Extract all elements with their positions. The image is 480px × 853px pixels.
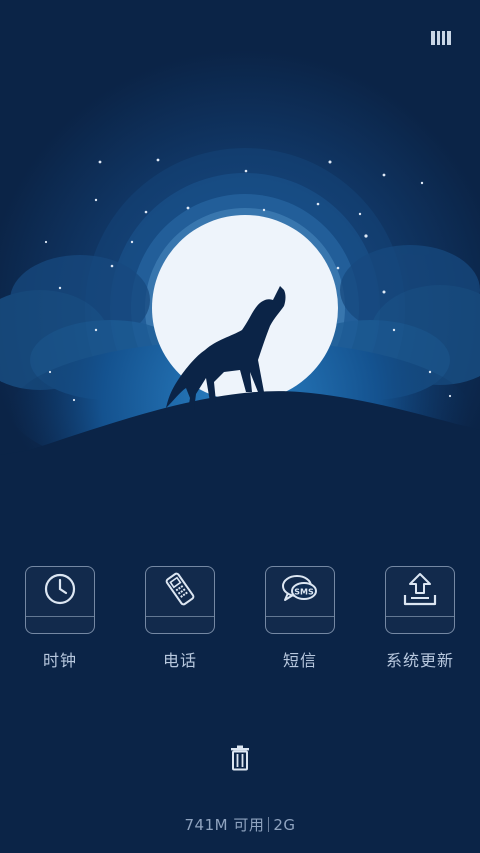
sms-icon: SMS [266,571,334,613]
app-tile-clock[interactable] [25,566,95,634]
app-phone[interactable]: 电话 [140,566,220,671]
app-label-sms: 短信 [282,651,317,670]
wallpaper-illustration [0,0,480,520]
memory-available-text: 741M 可用 [184,816,265,834]
app-tile-phone[interactable] [145,566,215,634]
trash-icon[interactable] [228,745,252,771]
svg-text:SMS: SMS [294,588,314,597]
app-label-system-update: 系统更新 [385,651,454,670]
home-screen: 时钟 电话 SMS 短信 系统更新 741M 可用 2G [0,0,480,853]
app-tile-system-update[interactable] [385,566,455,634]
app-shortcut-row: 时钟 电话 SMS 短信 系统更新 [0,566,480,676]
app-label-clock: 时钟 [42,651,77,670]
app-clock[interactable]: 时钟 [20,566,100,671]
app-system-update[interactable]: 系统更新 [380,566,460,671]
clock-icon [26,571,94,613]
memory-status: 741M 可用 2G [0,814,480,835]
app-label-phone: 电话 [162,651,197,670]
system-update-icon [386,571,454,613]
app-tile-sms[interactable]: SMS [265,566,335,634]
memory-total-text: 2G [273,816,296,834]
menu-bars-icon[interactable] [430,28,452,48]
memory-separator [268,817,270,832]
app-sms[interactable]: SMS 短信 [260,566,340,671]
phone-icon [146,571,214,613]
